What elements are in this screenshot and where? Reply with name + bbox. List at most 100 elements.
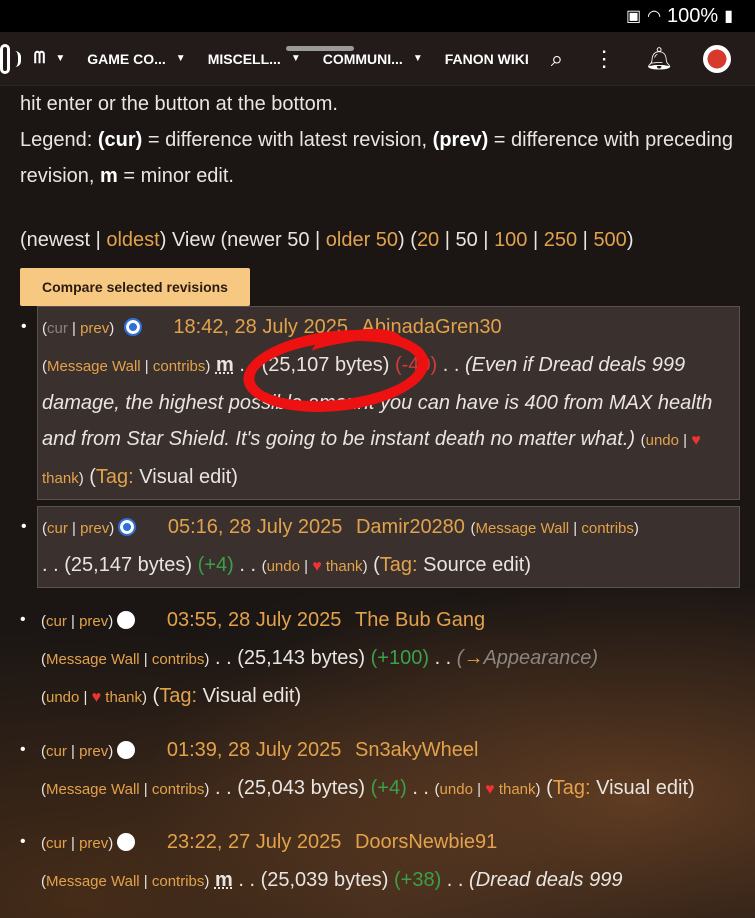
- message-wall-link[interactable]: Message Wall: [47, 358, 141, 375]
- revision-bytes: (25,043 bytes): [237, 777, 366, 799]
- newer-label: newer 50: [227, 229, 310, 251]
- message-wall-link[interactable]: Message Wall: [46, 781, 140, 798]
- thank-link[interactable]: thank: [499, 781, 536, 798]
- separator-dots: . .: [239, 354, 256, 376]
- revision-user-link[interactable]: Damir20280: [356, 516, 465, 538]
- top-nav: ᗰ ▼ GAME CO... ▼ MISCELL... ▼ COMMUNI...…: [0, 32, 755, 86]
- thank-link[interactable]: thank: [105, 689, 142, 706]
- revision-radio-selected[interactable]: [118, 518, 137, 536]
- nav-item-label: FANON WIKI: [444, 50, 529, 67]
- legend-prev: (prev): [432, 129, 489, 151]
- revision-radio-selected[interactable]: [123, 318, 142, 336]
- prev-link[interactable]: prev: [79, 613, 108, 630]
- revision-delta: (+100): [370, 647, 429, 669]
- revision-user-link[interactable]: DoorsNewbie91: [355, 831, 497, 853]
- heart-icon: ♥: [691, 432, 701, 449]
- revision-item: (cur | prev) 05:16, 28 July 2025 Damir20…: [21, 506, 740, 588]
- search-icon[interactable]: ⌕: [551, 46, 563, 72]
- revision-radio[interactable]: [117, 741, 136, 759]
- pagination: (newest | oldest) View (newer 50 | older…: [20, 229, 634, 251]
- revision-user-link[interactable]: The Bub Gang: [355, 609, 485, 631]
- contribs-link[interactable]: contribs: [152, 651, 205, 668]
- revision-radio[interactable]: [117, 833, 136, 851]
- drag-handle[interactable]: [286, 46, 354, 51]
- more-options-icon[interactable]: ⋮: [593, 46, 615, 72]
- edit-summary: Appearance: [483, 647, 592, 669]
- cur-link[interactable]: cur: [47, 520, 68, 537]
- revision-item: (cur | prev) 03:55, 28 July 2025 The Bub…: [20, 600, 740, 718]
- revision-delta: (+38): [393, 869, 442, 891]
- tag-label-link[interactable]: Tag:: [96, 466, 134, 488]
- nav-item-fanon-wiki[interactable]: FANON WIKI: [445, 51, 529, 67]
- cur-link[interactable]: cur: [46, 835, 67, 852]
- message-wall-link[interactable]: Message Wall: [46, 651, 140, 668]
- limit-500-link[interactable]: 500: [593, 229, 626, 251]
- undo-link[interactable]: undo: [440, 781, 473, 798]
- revision-date-link[interactable]: 18:42, 28 July 2025: [173, 316, 348, 338]
- tag-value: Visual edit: [202, 685, 295, 707]
- section-arrow-link[interactable]: →: [463, 647, 483, 669]
- nav-item-label: COMMUNI...: [322, 50, 403, 67]
- notifications-bell-icon[interactable]: 🔔︎: [645, 46, 673, 72]
- wiki-glyph-icon: ᗰ: [33, 49, 46, 67]
- contribs-link[interactable]: contribs: [152, 781, 205, 798]
- nav-wiki-menu[interactable]: ᗰ ▼: [34, 50, 65, 68]
- oldest-link[interactable]: oldest: [106, 229, 159, 251]
- legend: Legend: (cur) = difference with latest r…: [20, 122, 740, 194]
- nav-item-game-content[interactable]: GAME CO... ▼: [87, 51, 185, 67]
- prev-link[interactable]: prev: [79, 743, 108, 760]
- compare-revisions-button[interactable]: Compare selected revisions: [20, 268, 250, 306]
- revision-date-link[interactable]: 23:22, 27 July 2025: [167, 831, 342, 853]
- nav-item-community[interactable]: COMMUNI... ▼: [323, 51, 423, 67]
- older-link[interactable]: older 50: [326, 229, 398, 251]
- separator-dots: . .: [434, 647, 452, 669]
- legend-cur: (cur): [97, 129, 143, 151]
- undo-link[interactable]: undo: [646, 432, 679, 449]
- limit-20-link[interactable]: 20: [417, 229, 439, 251]
- separator-dots: . .: [214, 777, 232, 799]
- tag-label-link[interactable]: Tag:: [380, 554, 418, 576]
- newest-label: newest: [26, 229, 91, 251]
- chevron-down-icon: ▼: [412, 53, 423, 64]
- revision-date-link[interactable]: 05:16, 28 July 2025: [168, 516, 343, 538]
- view-label: View: [171, 229, 215, 251]
- nav-item-miscellaneous[interactable]: MISCELL... ▼: [208, 51, 301, 67]
- prev-link[interactable]: prev: [79, 835, 108, 852]
- revision-item: (cur | prev) 01:39, 28 July 2025 Sn3akyW…: [20, 730, 740, 810]
- thank-link[interactable]: thank: [326, 558, 363, 575]
- revision-date-link[interactable]: 03:55, 28 July 2025: [167, 609, 342, 631]
- separator-dots: . .: [214, 647, 232, 669]
- revision-date-link[interactable]: 01:39, 28 July 2025: [167, 739, 342, 761]
- limit-250-link[interactable]: 250: [544, 229, 577, 251]
- avatar[interactable]: [703, 44, 731, 73]
- contribs-link[interactable]: contribs: [581, 520, 634, 537]
- fandom-logo-icon[interactable]: [0, 43, 21, 74]
- tag-value: Visual edit: [139, 466, 232, 488]
- revision-delta: (-40): [394, 354, 438, 376]
- undo-link[interactable]: undo: [46, 689, 79, 706]
- message-wall-link[interactable]: Message Wall: [476, 520, 570, 537]
- contribs-link[interactable]: contribs: [153, 358, 206, 375]
- chevron-down-icon: ▼: [290, 53, 301, 64]
- status-bar: ▣ ◠ 100% ▮: [0, 0, 755, 32]
- limit-100-link[interactable]: 100: [494, 229, 527, 251]
- nav-actions: ⌕ ⋮ 🔔︎: [551, 44, 731, 73]
- message-wall-link[interactable]: Message Wall: [46, 873, 140, 890]
- heart-icon: ♥: [91, 689, 102, 706]
- tag-label-link[interactable]: Tag:: [553, 777, 591, 799]
- prev-link[interactable]: prev: [80, 520, 109, 537]
- cur-link[interactable]: cur: [46, 743, 67, 760]
- revision-delta: (+4): [197, 554, 234, 576]
- tag-label-link[interactable]: Tag:: [159, 685, 197, 707]
- contribs-link[interactable]: contribs: [152, 873, 205, 890]
- revision-radio[interactable]: [117, 611, 136, 629]
- separator-dots: . .: [446, 869, 464, 891]
- wifi-icon: ◠: [647, 8, 662, 25]
- history-content: hit enter or the button at the bottom. L…: [20, 86, 740, 902]
- revision-user-link[interactable]: Sn3akyWheel: [355, 739, 478, 761]
- thank-link[interactable]: thank: [42, 470, 79, 487]
- prev-link[interactable]: prev: [80, 320, 109, 337]
- cur-link[interactable]: cur: [46, 613, 67, 630]
- undo-link[interactable]: undo: [267, 558, 300, 575]
- limit-50-label: 50: [455, 229, 478, 251]
